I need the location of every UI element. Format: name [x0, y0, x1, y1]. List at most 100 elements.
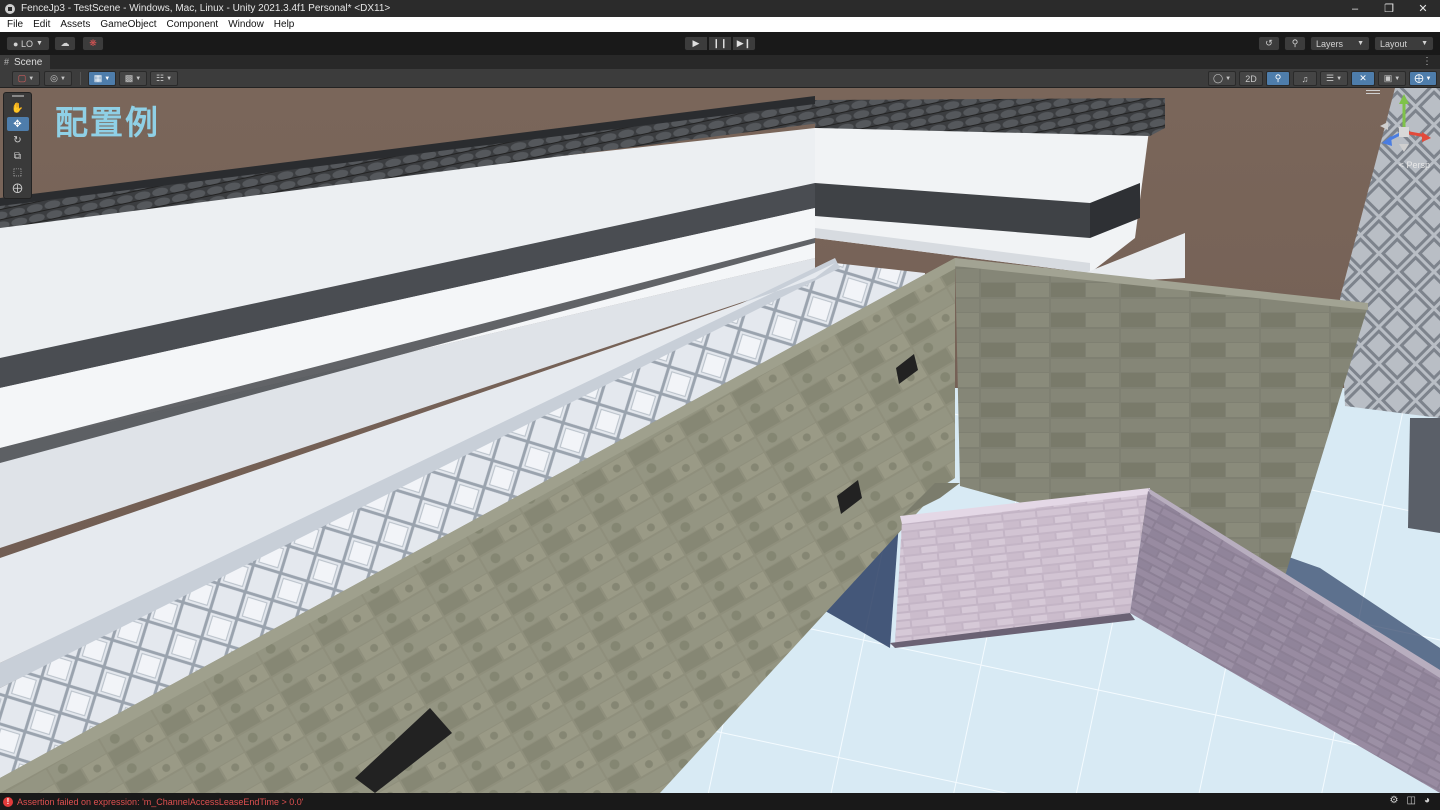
- chevron-down-icon: ▼: [166, 75, 173, 82]
- rotate-tool-icon[interactable]: ↻: [7, 133, 29, 147]
- menu-gameobject[interactable]: GameObject: [95, 17, 161, 32]
- status-bar: ! Assertion failed on expression: 'm_Cha…: [0, 793, 1440, 810]
- tab-scene[interactable]: # Scene: [0, 55, 51, 69]
- window-title: FenceJp3 - TestScene - Windows, Mac, Lin…: [21, 3, 391, 14]
- scale-tool-icon[interactable]: ⧉: [7, 149, 29, 163]
- chevron-down-icon: ▼: [1225, 75, 1232, 82]
- toggle-2d-button[interactable]: 2D: [1239, 71, 1263, 86]
- window-controls: – ❐ ✕: [1338, 0, 1440, 17]
- layout-label: Layout: [1380, 38, 1408, 49]
- play-button[interactable]: ▶: [684, 36, 708, 51]
- grid-toggle-button[interactable]: ▦ ▼: [88, 71, 116, 86]
- close-button[interactable]: ✕: [1406, 0, 1440, 17]
- play-controls: ▶ ❙❙ ▶❙: [684, 36, 756, 51]
- title-bar: FenceJp3 - TestScene - Windows, Mac, Lin…: [0, 0, 1440, 17]
- account-button[interactable]: ● LO ▼: [6, 36, 50, 51]
- menu-window[interactable]: Window: [223, 17, 269, 32]
- layout-dropdown[interactable]: Layout ▼: [1374, 36, 1434, 51]
- menu-bar: File Edit Assets GameObject Component Wi…: [0, 17, 1440, 32]
- layers-dropdown[interactable]: Layers ▼: [1310, 36, 1370, 51]
- scene-toolbar: ▢ ▼ ◎ ▼ ▦ ▼ ▩ ▼ ☷ ▼ ◯ ▼ 2D ⚲ ♫ ☰ ▼ ✕ ▣ ▼ ⨁ ▼: [0, 69, 1440, 88]
- scene-caption: 配置例: [55, 103, 160, 142]
- z-axis-cone[interactable]: [1382, 136, 1392, 146]
- cache-icon[interactable]: ◫: [1407, 795, 1416, 806]
- global-local-dropdown[interactable]: ◎ ▼: [44, 71, 72, 86]
- restore-button[interactable]: ❐: [1372, 0, 1406, 17]
- scene-tab-icon: #: [4, 57, 10, 67]
- rect-tool-icon[interactable]: ⬚: [7, 165, 29, 179]
- debug-icon[interactable]: ⚙: [1390, 795, 1399, 806]
- effects-icon: ☰: [1325, 73, 1335, 83]
- camera-settings-dropdown[interactable]: ▣ ▼: [1378, 71, 1406, 86]
- palette-grip[interactable]: [4, 93, 31, 99]
- lighting-toggle-button[interactable]: ⚲: [1266, 71, 1290, 86]
- menu-help[interactable]: Help: [269, 17, 300, 32]
- x-axis-cone[interactable]: [1422, 132, 1431, 142]
- draw-mode-dropdown[interactable]: ▢ ▼: [12, 71, 40, 86]
- chevron-down-icon: ▼: [28, 75, 35, 82]
- chevron-down-icon: ▼: [59, 75, 66, 82]
- move-tool-icon[interactable]: ✥: [6, 117, 29, 131]
- chevron-down-icon: ▼: [104, 75, 111, 82]
- progress-icon[interactable]: ◕: [1424, 795, 1430, 806]
- shading-mode-dropdown[interactable]: ◯ ▼: [1208, 71, 1236, 86]
- layers-label: Layers: [1316, 38, 1344, 49]
- draw-mode-icon: ▢: [17, 73, 27, 83]
- status-icons: ⚙ ◫ ◕: [1390, 795, 1430, 806]
- globe-icon: ◎: [50, 73, 58, 83]
- chevron-down-icon: ▼: [1421, 40, 1428, 47]
- audio-toggle-button[interactable]: ♫: [1293, 71, 1317, 86]
- cloud-button[interactable]: ☁: [54, 36, 76, 51]
- projection-label[interactable]: < Persp: [1399, 160, 1430, 170]
- snap-icon: ▩: [124, 73, 134, 83]
- sphere-icon: ◯: [1212, 73, 1224, 83]
- transform-tool-icon[interactable]: ⨁: [7, 181, 29, 195]
- pause-button[interactable]: ❙❙: [708, 36, 732, 51]
- increment-snap-button[interactable]: ☷ ▼: [150, 71, 178, 86]
- grid-icon: ▦: [93, 73, 103, 83]
- account-label: LO: [21, 38, 34, 49]
- error-icon: !: [3, 796, 13, 807]
- unity-logo-icon: [5, 3, 15, 14]
- scene-viewport[interactable]: 配置例 ✋ ✥ ↻ ⧉ ⬚ ⨁ < Persp: [0, 88, 1440, 793]
- history-button[interactable]: ↺: [1258, 36, 1280, 51]
- increment-snap-icon: ☷: [155, 73, 165, 83]
- scene-tab-label: Scene: [14, 56, 43, 68]
- history-icon: ↺: [1265, 38, 1273, 48]
- menu-assets[interactable]: Assets: [55, 17, 95, 32]
- chevron-down-icon: ▼: [36, 40, 43, 47]
- tab-menu-icon[interactable]: ⋮: [1422, 55, 1432, 69]
- snap-button[interactable]: ▩ ▼: [119, 71, 147, 86]
- collab-button[interactable]: ❋: [82, 36, 104, 51]
- gizmos-dropdown[interactable]: ⨁ ▼: [1409, 71, 1437, 86]
- scene-visibility-button[interactable]: ✕: [1351, 71, 1375, 86]
- collab-icon: ❋: [89, 38, 97, 48]
- tool-palette: ✋ ✥ ↻ ⧉ ⬚ ⨁: [3, 92, 32, 199]
- minimize-button[interactable]: –: [1338, 0, 1372, 17]
- step-button[interactable]: ▶❙: [732, 36, 756, 51]
- account-icon: ●: [13, 38, 19, 49]
- chevron-down-icon: ▼: [1425, 75, 1432, 82]
- menu-edit[interactable]: Edit: [28, 17, 55, 32]
- projection-cube[interactable]: [1399, 127, 1409, 137]
- search-button[interactable]: ⚲: [1284, 36, 1306, 51]
- eye-off-icon: ✕: [1359, 73, 1367, 83]
- toggle-2d-label: 2D: [1245, 73, 1257, 84]
- search-icon: ⚲: [1291, 38, 1299, 48]
- chevron-down-icon: ▼: [1357, 40, 1364, 47]
- hand-tool-icon[interactable]: ✋: [7, 101, 29, 115]
- y-axis-cone[interactable]: [1399, 94, 1409, 104]
- effects-dropdown[interactable]: ☰ ▼: [1320, 71, 1348, 86]
- menu-component[interactable]: Component: [162, 17, 224, 32]
- chevron-down-icon: ▼: [1336, 75, 1343, 82]
- tab-bar: # Scene ⋮: [0, 55, 1440, 69]
- chevron-down-icon: ▼: [135, 75, 142, 82]
- gizmo-icon: ⨁: [1414, 73, 1424, 83]
- camera-icon: ▣: [1383, 73, 1393, 83]
- scene-render: [0, 88, 1440, 793]
- menu-file[interactable]: File: [2, 17, 28, 32]
- separator: [80, 72, 81, 85]
- chevron-down-icon: ▼: [1394, 75, 1401, 82]
- main-toolbar: ● LO ▼ ☁ ❋ ▶ ❙❙ ▶❙ ↺ ⚲ Layers ▼ Layout ▼: [0, 32, 1440, 55]
- status-message[interactable]: Assertion failed on expression: 'm_Chann…: [17, 797, 304, 807]
